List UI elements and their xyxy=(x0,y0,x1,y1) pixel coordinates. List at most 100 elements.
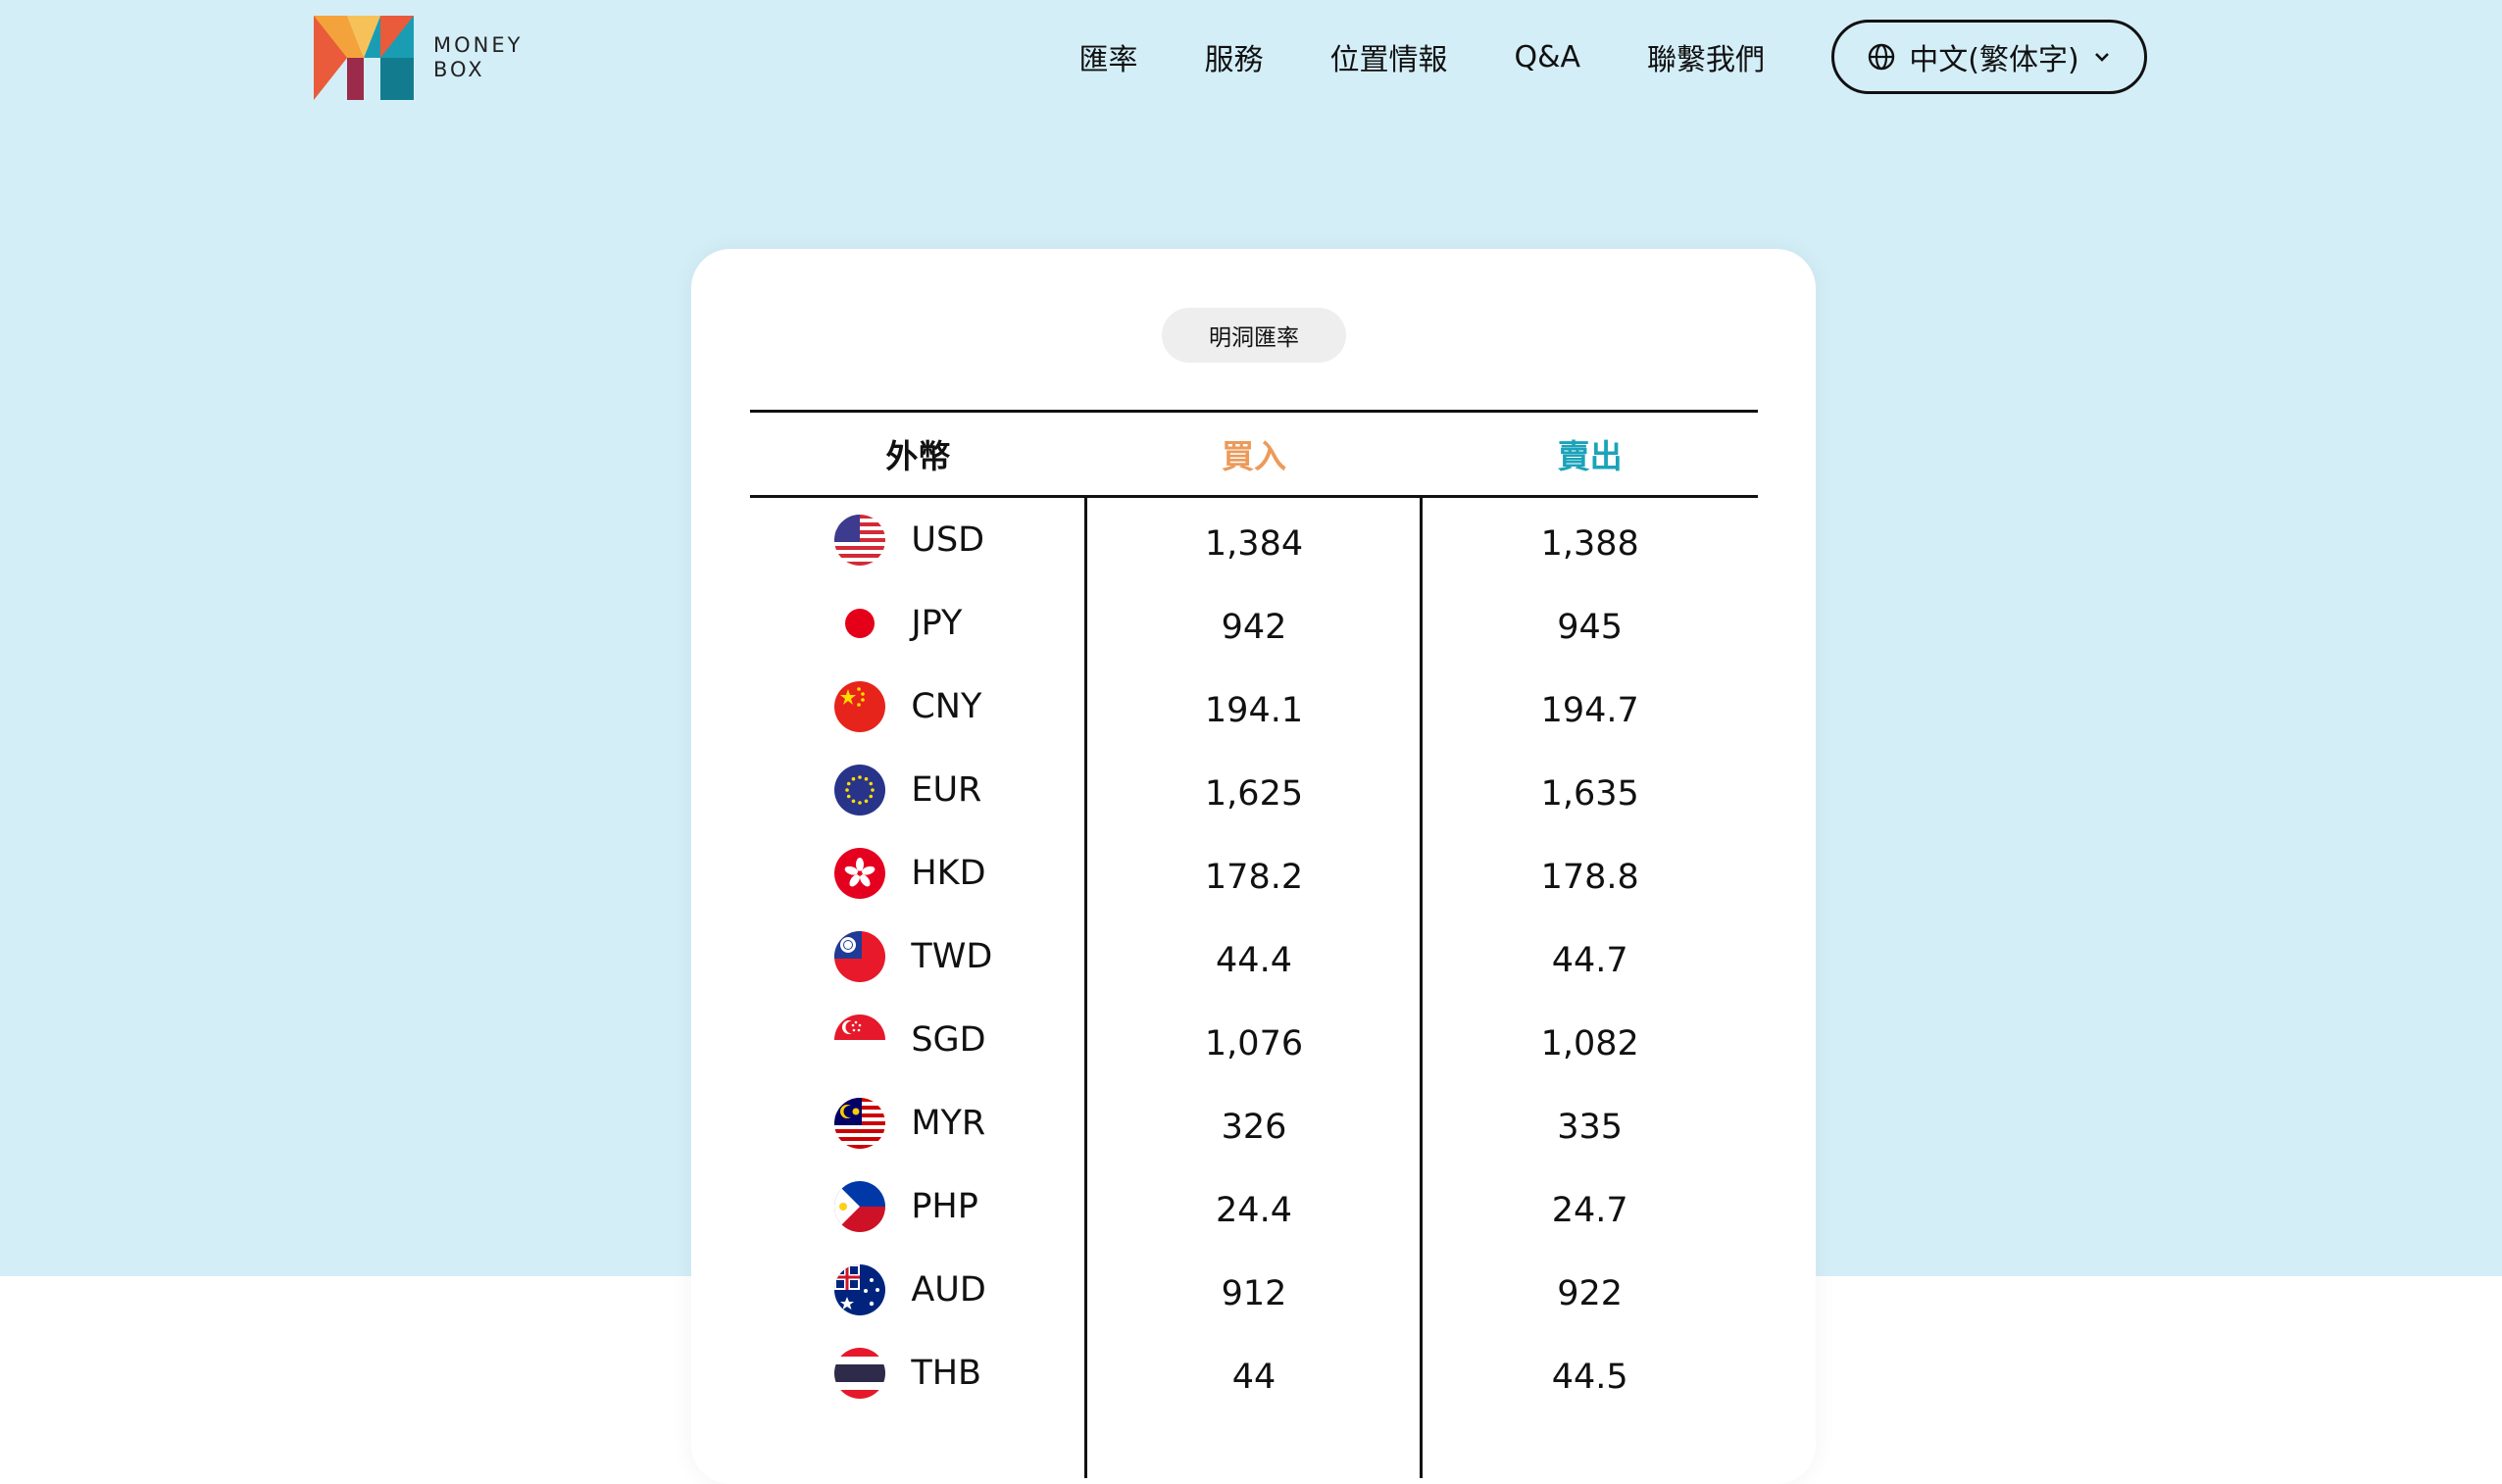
table-body: USD 1,384 1,388 JPY 942 945 CNY 194.1 194.7 EUR 1,… xyxy=(750,498,1758,1478)
logo[interactable]: MONEY BOX xyxy=(314,16,523,100)
sell-rate: 44.7 xyxy=(1551,940,1628,980)
table-header: 外幣 買入 賣出 xyxy=(750,410,1758,498)
branch-tag: 明洞匯率 xyxy=(1162,308,1346,363)
currency-cell: EUR xyxy=(750,748,1086,831)
currency-code: EUR xyxy=(911,769,982,810)
currency-code: PHP xyxy=(911,1186,978,1226)
buy-rate: 1,076 xyxy=(1204,1023,1304,1064)
currency-cell: JPY xyxy=(750,581,1086,665)
nav-qa[interactable]: Q&A xyxy=(1514,40,1580,74)
currency: SGD xyxy=(834,1014,1001,1065)
rates-card: 明洞匯率 外幣 買入 賣出 USD 1,384 1,388 JPY 942 945 CNY 1… xyxy=(691,249,1816,1484)
currency: THB xyxy=(834,1348,1001,1399)
currency: USD xyxy=(834,515,1001,566)
buy-rate: 24.4 xyxy=(1216,1190,1292,1230)
currency-cell: AUD xyxy=(750,1248,1086,1331)
buy-rate: 326 xyxy=(1221,1107,1287,1147)
table-row: CNY 194.1 194.7 xyxy=(750,665,1758,748)
currency: PHP xyxy=(834,1181,1001,1232)
nav-contact[interactable]: 聯繫我們 xyxy=(1647,35,1765,78)
sg-flag-icon xyxy=(834,1014,885,1065)
currency-code: THB xyxy=(911,1353,982,1393)
currency-cell: USD xyxy=(750,498,1086,581)
currency-code: AUD xyxy=(911,1269,986,1310)
rates-table: 外幣 買入 賣出 USD 1,384 1,388 JPY 942 945 CNY 194.1 1… xyxy=(750,410,1758,1478)
currency-code: SGD xyxy=(911,1019,986,1060)
column-divider xyxy=(1420,498,1423,1478)
currency-code: JPY xyxy=(911,603,963,643)
main-nav: 匯率 服務 位置情報 Q&A 聯繫我們 中文(繁体字) xyxy=(1078,18,2147,96)
buy-rate: 912 xyxy=(1221,1273,1287,1313)
buy-rate: 942 xyxy=(1221,607,1287,647)
table-row: JPY 942 945 xyxy=(750,581,1758,665)
currency-cell: CNY xyxy=(750,665,1086,748)
currency-cell: MYR xyxy=(750,1081,1086,1164)
currency: HKD xyxy=(834,848,1001,899)
currency: AUD xyxy=(834,1264,1001,1315)
currency-cell: HKD xyxy=(750,831,1086,915)
logo-text: MONEY BOX xyxy=(433,33,523,82)
table-row: SGD 1,076 1,082 xyxy=(750,998,1758,1081)
sell-rate: 44.5 xyxy=(1551,1357,1628,1397)
currency-code: TWD xyxy=(911,936,993,976)
table-row: EUR 1,625 1,635 xyxy=(750,748,1758,831)
buy-rate: 1,384 xyxy=(1204,523,1304,564)
nav-rates[interactable]: 匯率 xyxy=(1078,35,1137,78)
sell-rate: 1,082 xyxy=(1540,1023,1639,1064)
sell-rate: 24.7 xyxy=(1551,1190,1628,1230)
nav-locations[interactable]: 位置情報 xyxy=(1329,35,1447,78)
table-row: AUD 912 922 xyxy=(750,1248,1758,1331)
buy-rate: 178.2 xyxy=(1204,857,1304,897)
sell-rate: 194.7 xyxy=(1540,690,1639,730)
language-selector[interactable]: 中文(繁体字) xyxy=(1831,20,2147,94)
au-flag-icon xyxy=(834,1264,885,1315)
globe-icon xyxy=(1869,43,1895,71)
table-row: MYR 326 335 xyxy=(750,1081,1758,1164)
sell-rate: 1,635 xyxy=(1540,773,1639,814)
tw-flag-icon xyxy=(834,931,885,982)
currency: CNY xyxy=(834,681,1001,732)
currency-code: MYR xyxy=(911,1103,986,1143)
hk-flag-icon xyxy=(834,848,885,899)
cn-flag-icon xyxy=(834,681,885,732)
currency: TWD xyxy=(834,931,1001,982)
table-row: USD 1,384 1,388 xyxy=(750,498,1758,581)
table-row: PHP 24.4 24.7 xyxy=(750,1164,1758,1248)
sell-rate: 178.8 xyxy=(1540,857,1639,897)
currency: MYR xyxy=(834,1098,1001,1149)
currency-code: HKD xyxy=(911,853,986,893)
currency-cell: TWD xyxy=(750,915,1086,998)
sell-rate: 922 xyxy=(1557,1273,1624,1313)
chevron-down-icon xyxy=(2094,53,2109,62)
buy-rate: 194.1 xyxy=(1204,690,1304,730)
ph-flag-icon xyxy=(834,1181,885,1232)
jp-flag-icon xyxy=(834,598,885,649)
column-buy: 買入 xyxy=(1222,437,1286,475)
buy-rate: 44 xyxy=(1231,1357,1276,1397)
my-flag-icon xyxy=(834,1098,885,1149)
table-row: HKD 178.2 178.8 xyxy=(750,831,1758,915)
table-row: TWD 44.4 44.7 xyxy=(750,915,1758,998)
column-currency: 外幣 xyxy=(885,437,951,475)
buy-rate: 44.4 xyxy=(1216,940,1292,980)
eu-flag-icon xyxy=(834,765,885,816)
currency-cell: SGD xyxy=(750,998,1086,1081)
nav-services[interactable]: 服務 xyxy=(1204,35,1263,78)
currency: JPY xyxy=(834,598,1001,649)
column-divider xyxy=(1084,498,1087,1478)
currency-cell: THB xyxy=(750,1331,1086,1414)
sell-rate: 335 xyxy=(1557,1107,1624,1147)
currency-code: USD xyxy=(911,519,985,560)
th-flag-icon xyxy=(834,1348,885,1399)
us-flag-icon xyxy=(834,515,885,566)
currency-cell: PHP xyxy=(750,1164,1086,1248)
column-sell: 賣出 xyxy=(1557,437,1623,475)
logo-mark-icon xyxy=(314,16,414,100)
logo-line1: MONEY xyxy=(433,33,524,57)
sell-rate: 945 xyxy=(1557,607,1624,647)
table-row: THB 44 44.5 xyxy=(750,1331,1758,1414)
currency-code: CNY xyxy=(911,686,982,726)
buy-rate: 1,625 xyxy=(1204,773,1304,814)
language-label: 中文(繁体字) xyxy=(1909,43,2079,77)
currency: EUR xyxy=(834,765,1001,816)
